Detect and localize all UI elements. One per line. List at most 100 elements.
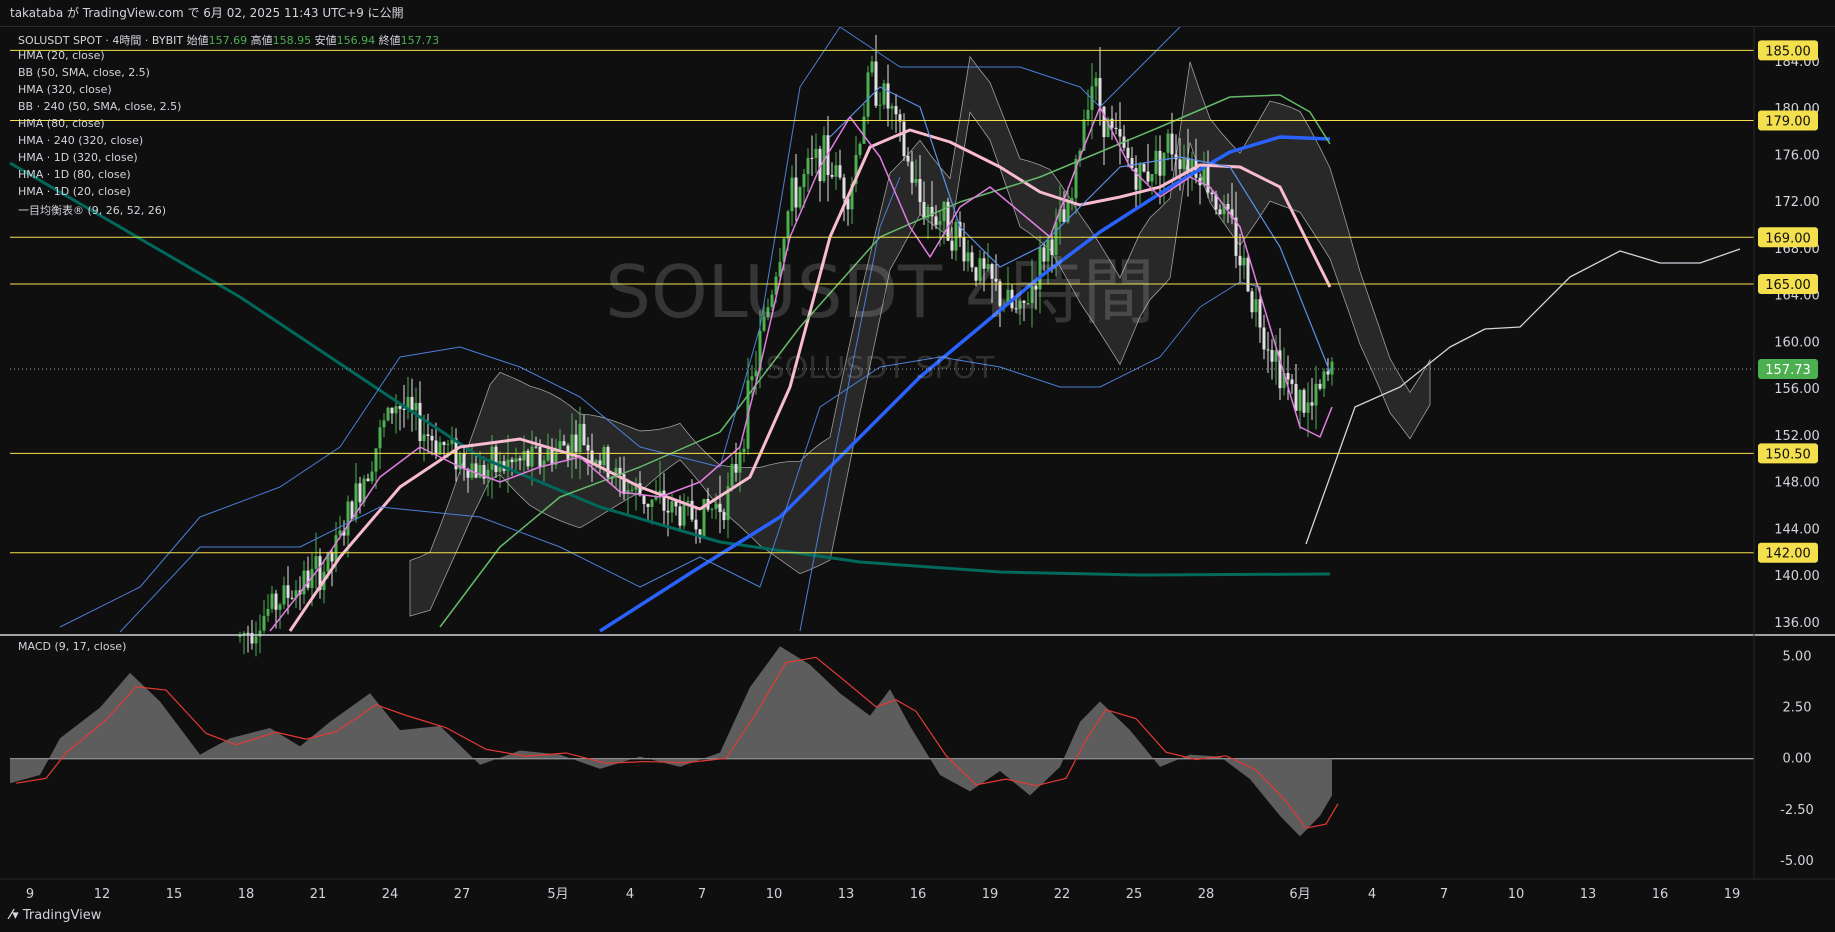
- indicator-5[interactable]: HMA (80, close): [18, 117, 105, 130]
- watermark-main: SOLUSDT 4時間: [605, 250, 1154, 334]
- candle-body: [806, 157, 810, 175]
- candle-body: [1286, 373, 1290, 380]
- symbol-name: SOLUSDT SPOT · 4時間 · BYBIT: [18, 34, 184, 47]
- publisher-header: takataba が TradingView.com で 6月 02, 2025…: [0, 0, 1835, 27]
- candle-body: [790, 177, 794, 212]
- candle-body: [866, 72, 870, 117]
- candle-body: [518, 458, 522, 461]
- candle-body: [630, 489, 634, 491]
- candle-body: [918, 179, 922, 202]
- macd-tick-label: -5.00: [1780, 854, 1814, 869]
- candle-body: [426, 434, 430, 436]
- candle-body: [1158, 150, 1162, 176]
- candle-body: [870, 61, 874, 73]
- indicator-1[interactable]: HMA (20, close): [18, 49, 105, 62]
- candle-body: [682, 502, 686, 526]
- candle-body: [1330, 361, 1334, 375]
- time-tick-label: 6月: [1289, 887, 1310, 900]
- time-tick-label: 27: [454, 887, 471, 900]
- candle-body: [1178, 159, 1182, 169]
- candle-body: [730, 463, 734, 487]
- candle-body: [510, 459, 514, 463]
- price-tick-label: 136.00: [1774, 616, 1820, 631]
- level-tag-label: 142.00: [1765, 547, 1811, 562]
- candle-body: [538, 446, 542, 467]
- candle-body: [430, 435, 434, 441]
- macd-legend[interactable]: MACD (9, 17, close): [18, 640, 126, 653]
- candle-body: [550, 449, 554, 465]
- candle-body: [346, 501, 350, 536]
- candle-body: [302, 570, 306, 595]
- candle-body: [598, 460, 602, 466]
- indicator-2[interactable]: BB (50, SMA, close, 2.5): [18, 66, 150, 79]
- candle-body: [1238, 255, 1242, 266]
- price-tick-label: 148.00: [1774, 476, 1820, 491]
- indicator-6[interactable]: HMA · 240 (320, close): [18, 134, 143, 147]
- indicator-10[interactable]: 一目均衡表® (9, 26, 52, 26): [18, 202, 166, 218]
- candle-body: [558, 441, 562, 450]
- candle-body: [358, 483, 362, 503]
- candle-body: [334, 535, 338, 562]
- indicator-7[interactable]: HMA · 1D (320, close): [18, 151, 138, 164]
- time-tick-label: 19: [1724, 887, 1741, 900]
- level-tag-label: 150.50: [1765, 447, 1811, 462]
- indicator-4[interactable]: BB · 240 (50, SMA, close, 2.5): [18, 100, 181, 113]
- time-tick-label: 10: [766, 887, 783, 900]
- candle-body: [650, 499, 654, 507]
- candle-body: [534, 446, 538, 448]
- candle-body: [886, 83, 890, 109]
- candle-body: [894, 106, 898, 115]
- indicator-8[interactable]: HMA · 1D (80, close): [18, 168, 131, 181]
- candle-body: [582, 423, 586, 445]
- candle-body: [642, 495, 646, 505]
- candle-body: [678, 506, 682, 526]
- candle-body: [246, 632, 250, 634]
- candle-body: [754, 370, 758, 377]
- candle-body: [1094, 78, 1098, 87]
- candle-body: [474, 463, 478, 478]
- candle-body: [1150, 174, 1154, 182]
- price-tick-label: 152.00: [1774, 429, 1820, 444]
- indicator-9[interactable]: HMA · 1D (20, close): [18, 185, 131, 198]
- candle-body: [522, 450, 526, 461]
- last-price-tag-label: 157.73: [1765, 363, 1811, 378]
- candle-body: [1130, 158, 1134, 169]
- price-chart[interactable]: 184.00180.00176.00172.00168.00164.00160.…: [0, 27, 1835, 900]
- candle-body: [290, 597, 294, 599]
- candle-body: [1218, 209, 1222, 215]
- candle-body: [690, 500, 694, 520]
- time-tick-label: 18: [238, 887, 255, 900]
- candle-body: [1262, 327, 1266, 350]
- candle-body: [1246, 257, 1250, 292]
- time-tick-label: 10: [1508, 887, 1525, 900]
- candle-body: [942, 201, 946, 222]
- candle-body: [402, 408, 406, 410]
- candle-body: [314, 556, 318, 569]
- time-tick-label: 21: [310, 887, 327, 900]
- level-tag-label: 185.00: [1765, 44, 1811, 59]
- candle-body: [686, 500, 690, 503]
- indicator-3[interactable]: HMA (320, close): [18, 83, 112, 96]
- candle-body: [670, 501, 674, 513]
- candle-body: [270, 593, 274, 609]
- candle-body: [418, 402, 422, 441]
- candle-body: [750, 376, 754, 381]
- candle-body: [1170, 133, 1174, 155]
- candle-body: [1298, 389, 1302, 411]
- candle-body: [934, 216, 938, 225]
- candle-body: [306, 570, 310, 588]
- time-tick-label: 9: [26, 887, 34, 900]
- level-tag-label: 165.00: [1765, 278, 1811, 293]
- candle-body: [710, 509, 714, 511]
- time-tick-label: 15: [166, 887, 183, 900]
- macd-tick-label: 0.00: [1783, 752, 1812, 767]
- candle-body: [1126, 147, 1130, 159]
- candle-body: [1258, 299, 1262, 328]
- candle-body: [422, 434, 426, 441]
- candle-body: [262, 615, 266, 631]
- candle-body: [442, 442, 446, 445]
- candle-body: [718, 503, 722, 513]
- close-value: 157.73: [400, 34, 440, 47]
- candle-body: [666, 510, 670, 513]
- close-label: 終値: [378, 34, 401, 47]
